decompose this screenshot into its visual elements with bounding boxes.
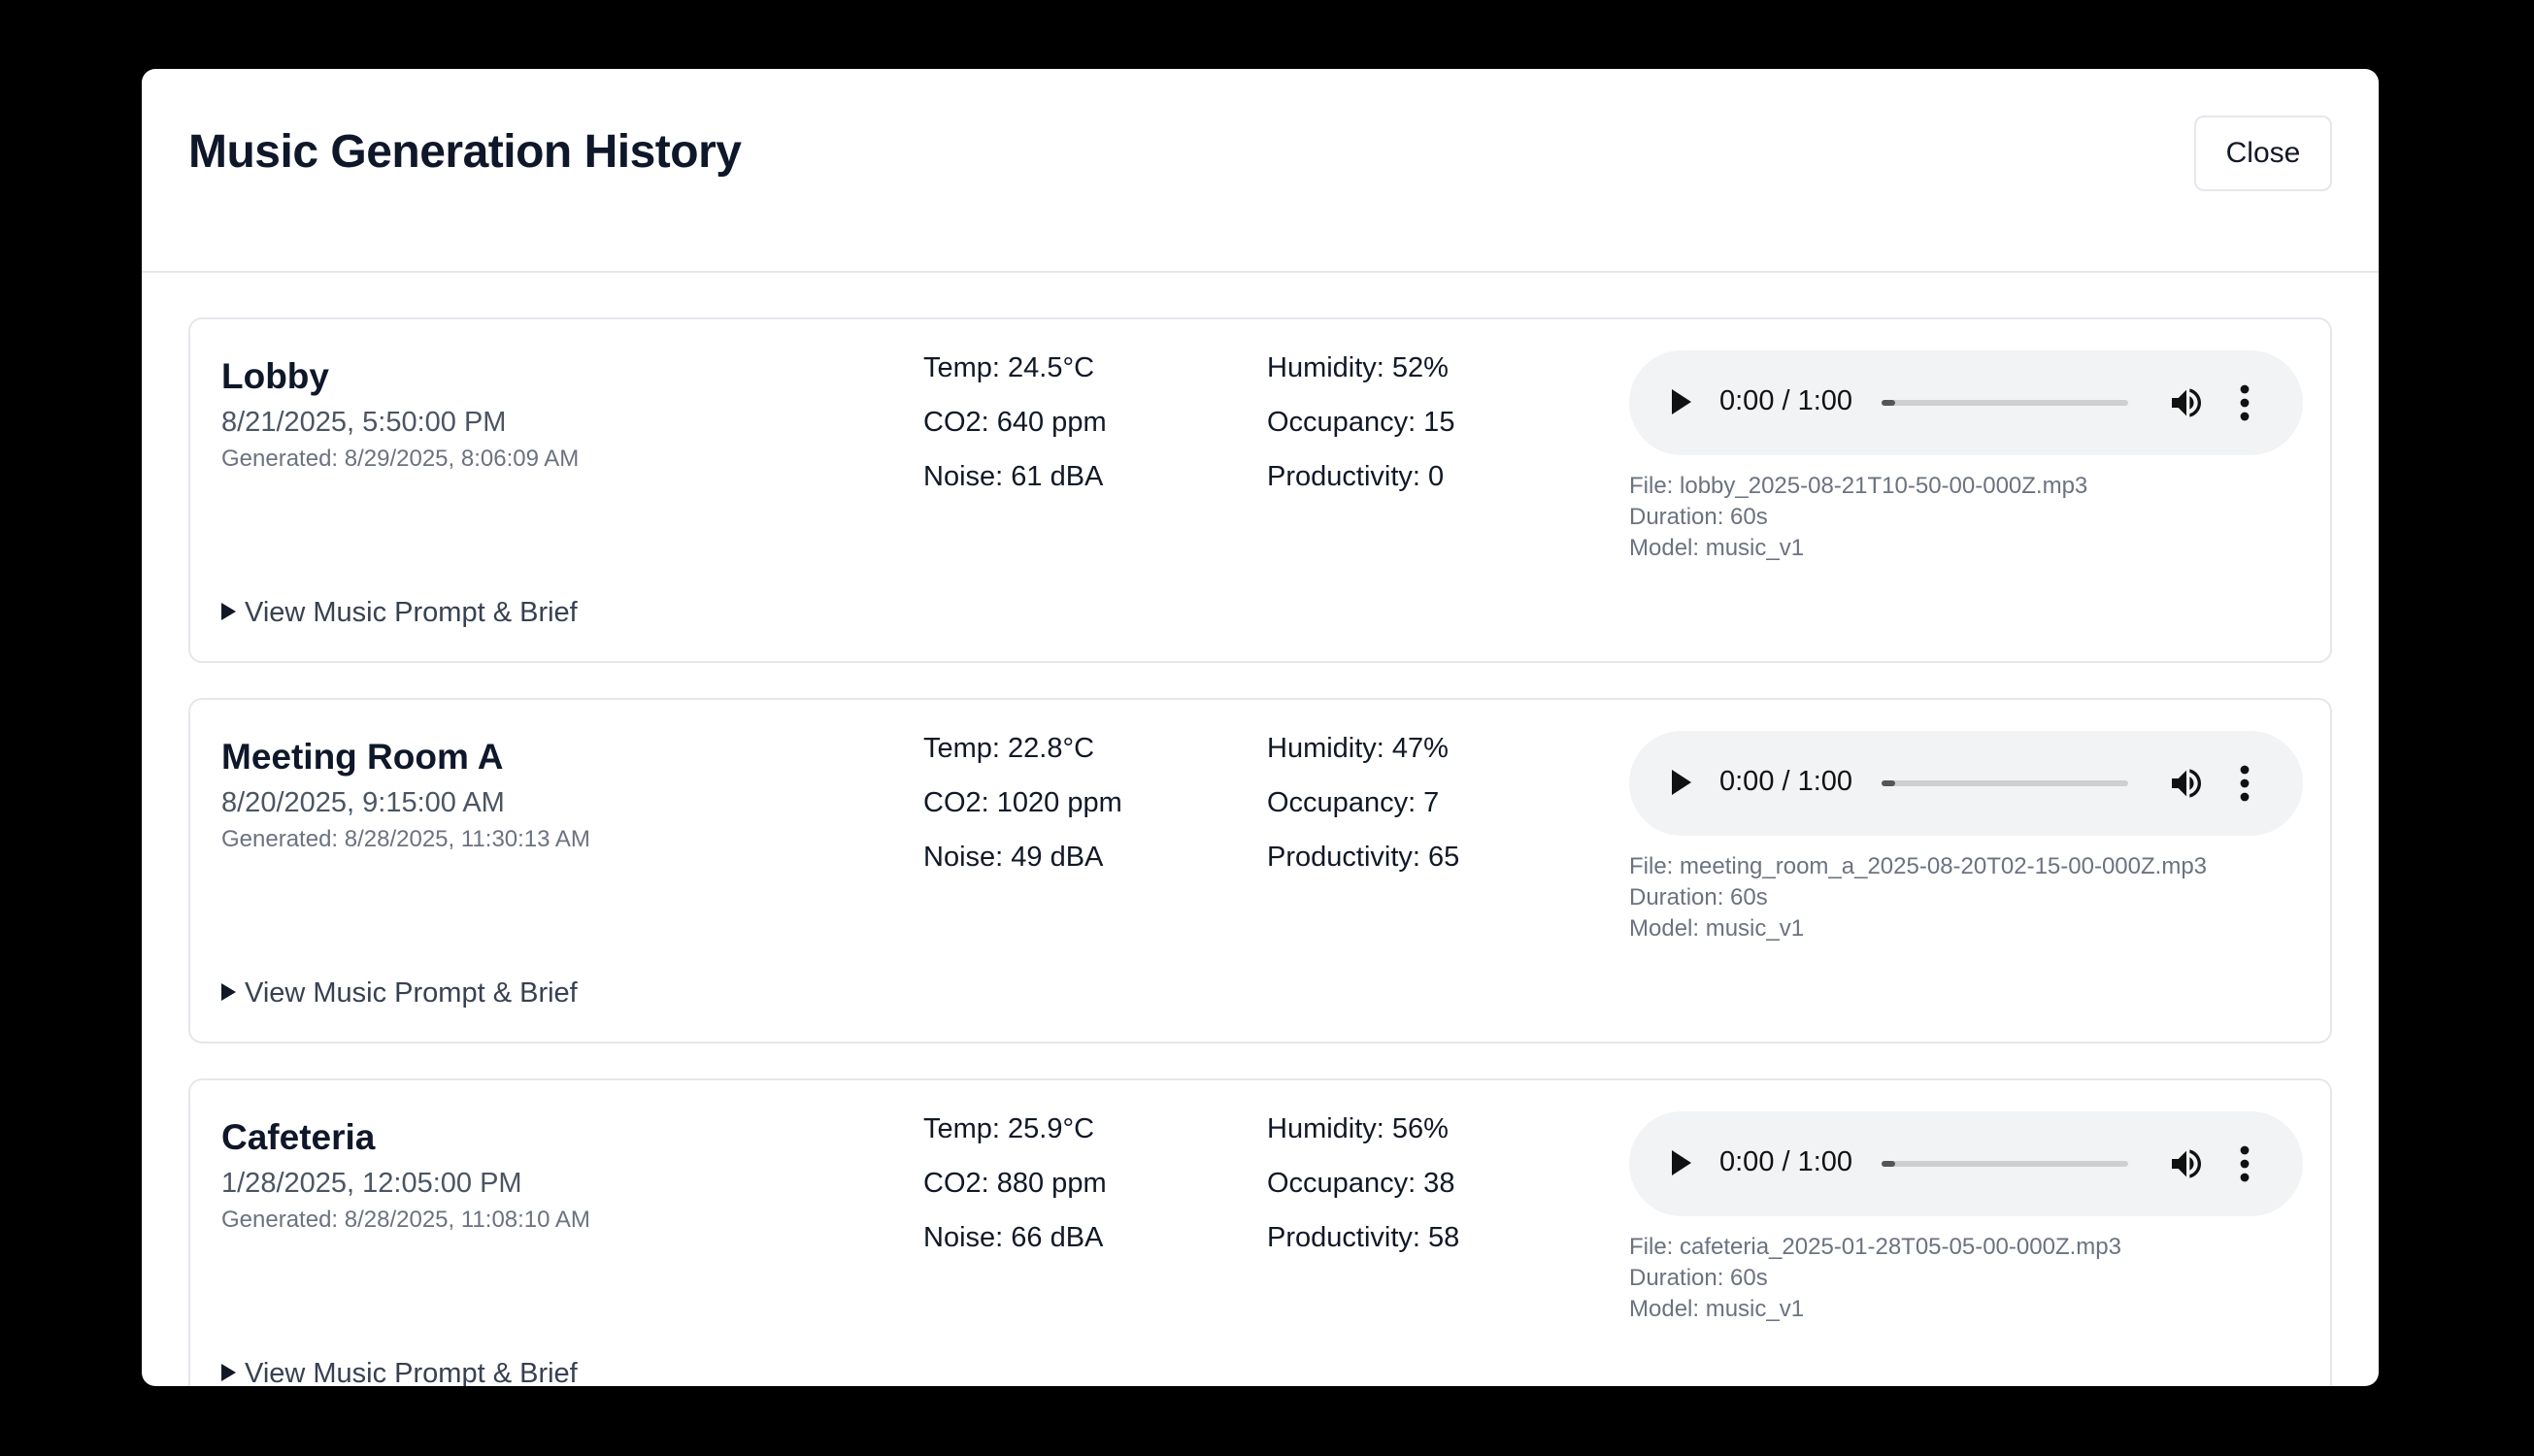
file-model: Model: music_v1: [1629, 1296, 1805, 1322]
volume-icon[interactable]: [2167, 1144, 2206, 1183]
file-name: File: lobby_2025-08-21T10-50-00-000Z.mp3: [1629, 473, 2088, 499]
metric-occupancy: Occupancy: 15: [1267, 407, 1455, 438]
card-datetime: 8/20/2025, 9:15:00 AM: [221, 787, 505, 818]
volume-icon[interactable]: [2167, 764, 2206, 803]
metric-noise: Noise: 61 dBA: [923, 461, 1104, 492]
audio-player: 0:00 / 1:00: [1629, 350, 2303, 455]
history-list[interactable]: Lobby 8/21/2025, 5:50:00 PM Generated: 8…: [142, 273, 2379, 1386]
file-name: File: cafeteria_2025-01-28T05-05-00-000Z…: [1629, 1234, 2121, 1260]
history-card: Cafeteria 1/28/2025, 12:05:00 PM Generat…: [188, 1078, 2332, 1386]
audio-progress-slider[interactable]: [1882, 400, 2128, 406]
metric-productivity: Productivity: 0: [1267, 461, 1445, 492]
metric-noise: Noise: 66 dBA: [923, 1222, 1104, 1253]
modal-title: Music Generation History: [188, 126, 742, 178]
metric-occupancy: Occupancy: 38: [1267, 1168, 1455, 1199]
card-generated-time: Generated: 8/29/2025, 8:06:09 AM: [221, 446, 580, 472]
metric-humidity: Humidity: 52%: [1267, 352, 1449, 383]
more-vertical-icon[interactable]: [2231, 383, 2258, 422]
metric-productivity: Productivity: 58: [1267, 1222, 1460, 1253]
metric-humidity: Humidity: 56%: [1267, 1113, 1449, 1144]
audio-player: 0:00 / 1:00: [1629, 731, 2303, 836]
audio-time: 0:00 / 1:00: [1719, 1146, 1853, 1177]
view-prompt-toggle[interactable]: View Music Prompt & Brief: [221, 597, 578, 629]
metric-co2: CO2: 1020 ppm: [923, 787, 1122, 818]
close-button[interactable]: Close: [2194, 116, 2332, 191]
triangle-right-icon: [221, 1364, 236, 1381]
metric-temp: Temp: 24.5°C: [923, 352, 1095, 383]
card-location: Meeting Room A: [221, 737, 504, 777]
file-duration: Duration: 60s: [1629, 1265, 1768, 1291]
file-model: Model: music_v1: [1629, 915, 1805, 942]
metric-productivity: Productivity: 65: [1267, 842, 1460, 873]
modal-header: Music Generation History Close: [142, 69, 2379, 273]
history-card: Meeting Room A 8/20/2025, 9:15:00 AM Gen…: [188, 698, 2332, 1043]
card-generated-time: Generated: 8/28/2025, 11:30:13 AM: [221, 826, 590, 852]
audio-progress-fill: [1882, 780, 1895, 786]
audio-progress-slider[interactable]: [1882, 780, 2128, 786]
file-duration: Duration: 60s: [1629, 504, 1768, 530]
play-icon[interactable]: [1672, 389, 1691, 414]
audio-progress-slider[interactable]: [1882, 1161, 2128, 1167]
metric-temp: Temp: 22.8°C: [923, 733, 1095, 764]
card-location: Cafeteria: [221, 1117, 376, 1157]
history-card: Lobby 8/21/2025, 5:50:00 PM Generated: 8…: [188, 317, 2332, 663]
triangle-right-icon: [221, 603, 236, 620]
triangle-right-icon: [221, 983, 236, 1001]
file-model: Model: music_v1: [1629, 535, 1805, 561]
volume-icon[interactable]: [2167, 383, 2206, 422]
audio-time: 0:00 / 1:00: [1719, 385, 1853, 416]
metric-humidity: Humidity: 47%: [1267, 733, 1449, 764]
audio-time: 0:00 / 1:00: [1719, 766, 1853, 797]
card-datetime: 1/28/2025, 12:05:00 PM: [221, 1168, 522, 1199]
history-modal: Music Generation History Close Lobby 8/2…: [142, 69, 2379, 1386]
metric-co2: CO2: 640 ppm: [923, 407, 1107, 438]
card-location: Lobby: [221, 356, 329, 396]
metric-occupancy: Occupancy: 7: [1267, 787, 1440, 818]
play-icon[interactable]: [1672, 770, 1691, 795]
play-icon[interactable]: [1672, 1150, 1691, 1175]
more-vertical-icon[interactable]: [2231, 764, 2258, 803]
metric-temp: Temp: 25.9°C: [923, 1113, 1095, 1144]
audio-progress-fill: [1882, 400, 1895, 406]
file-name: File: meeting_room_a_2025-08-20T02-15-00…: [1629, 853, 2208, 879]
file-duration: Duration: 60s: [1629, 884, 1768, 910]
card-datetime: 8/21/2025, 5:50:00 PM: [221, 407, 507, 438]
view-prompt-toggle[interactable]: View Music Prompt & Brief: [221, 1358, 578, 1386]
view-prompt-toggle[interactable]: View Music Prompt & Brief: [221, 977, 578, 1009]
more-vertical-icon[interactable]: [2231, 1144, 2258, 1183]
view-prompt-label: View Music Prompt & Brief: [245, 597, 578, 628]
view-prompt-label: View Music Prompt & Brief: [245, 977, 578, 1009]
audio-player: 0:00 / 1:00: [1629, 1111, 2303, 1216]
metric-co2: CO2: 880 ppm: [923, 1168, 1107, 1199]
card-generated-time: Generated: 8/28/2025, 11:08:10 AM: [221, 1207, 590, 1233]
metric-noise: Noise: 49 dBA: [923, 842, 1104, 873]
audio-progress-fill: [1882, 1161, 1895, 1167]
view-prompt-label: View Music Prompt & Brief: [245, 1358, 578, 1386]
